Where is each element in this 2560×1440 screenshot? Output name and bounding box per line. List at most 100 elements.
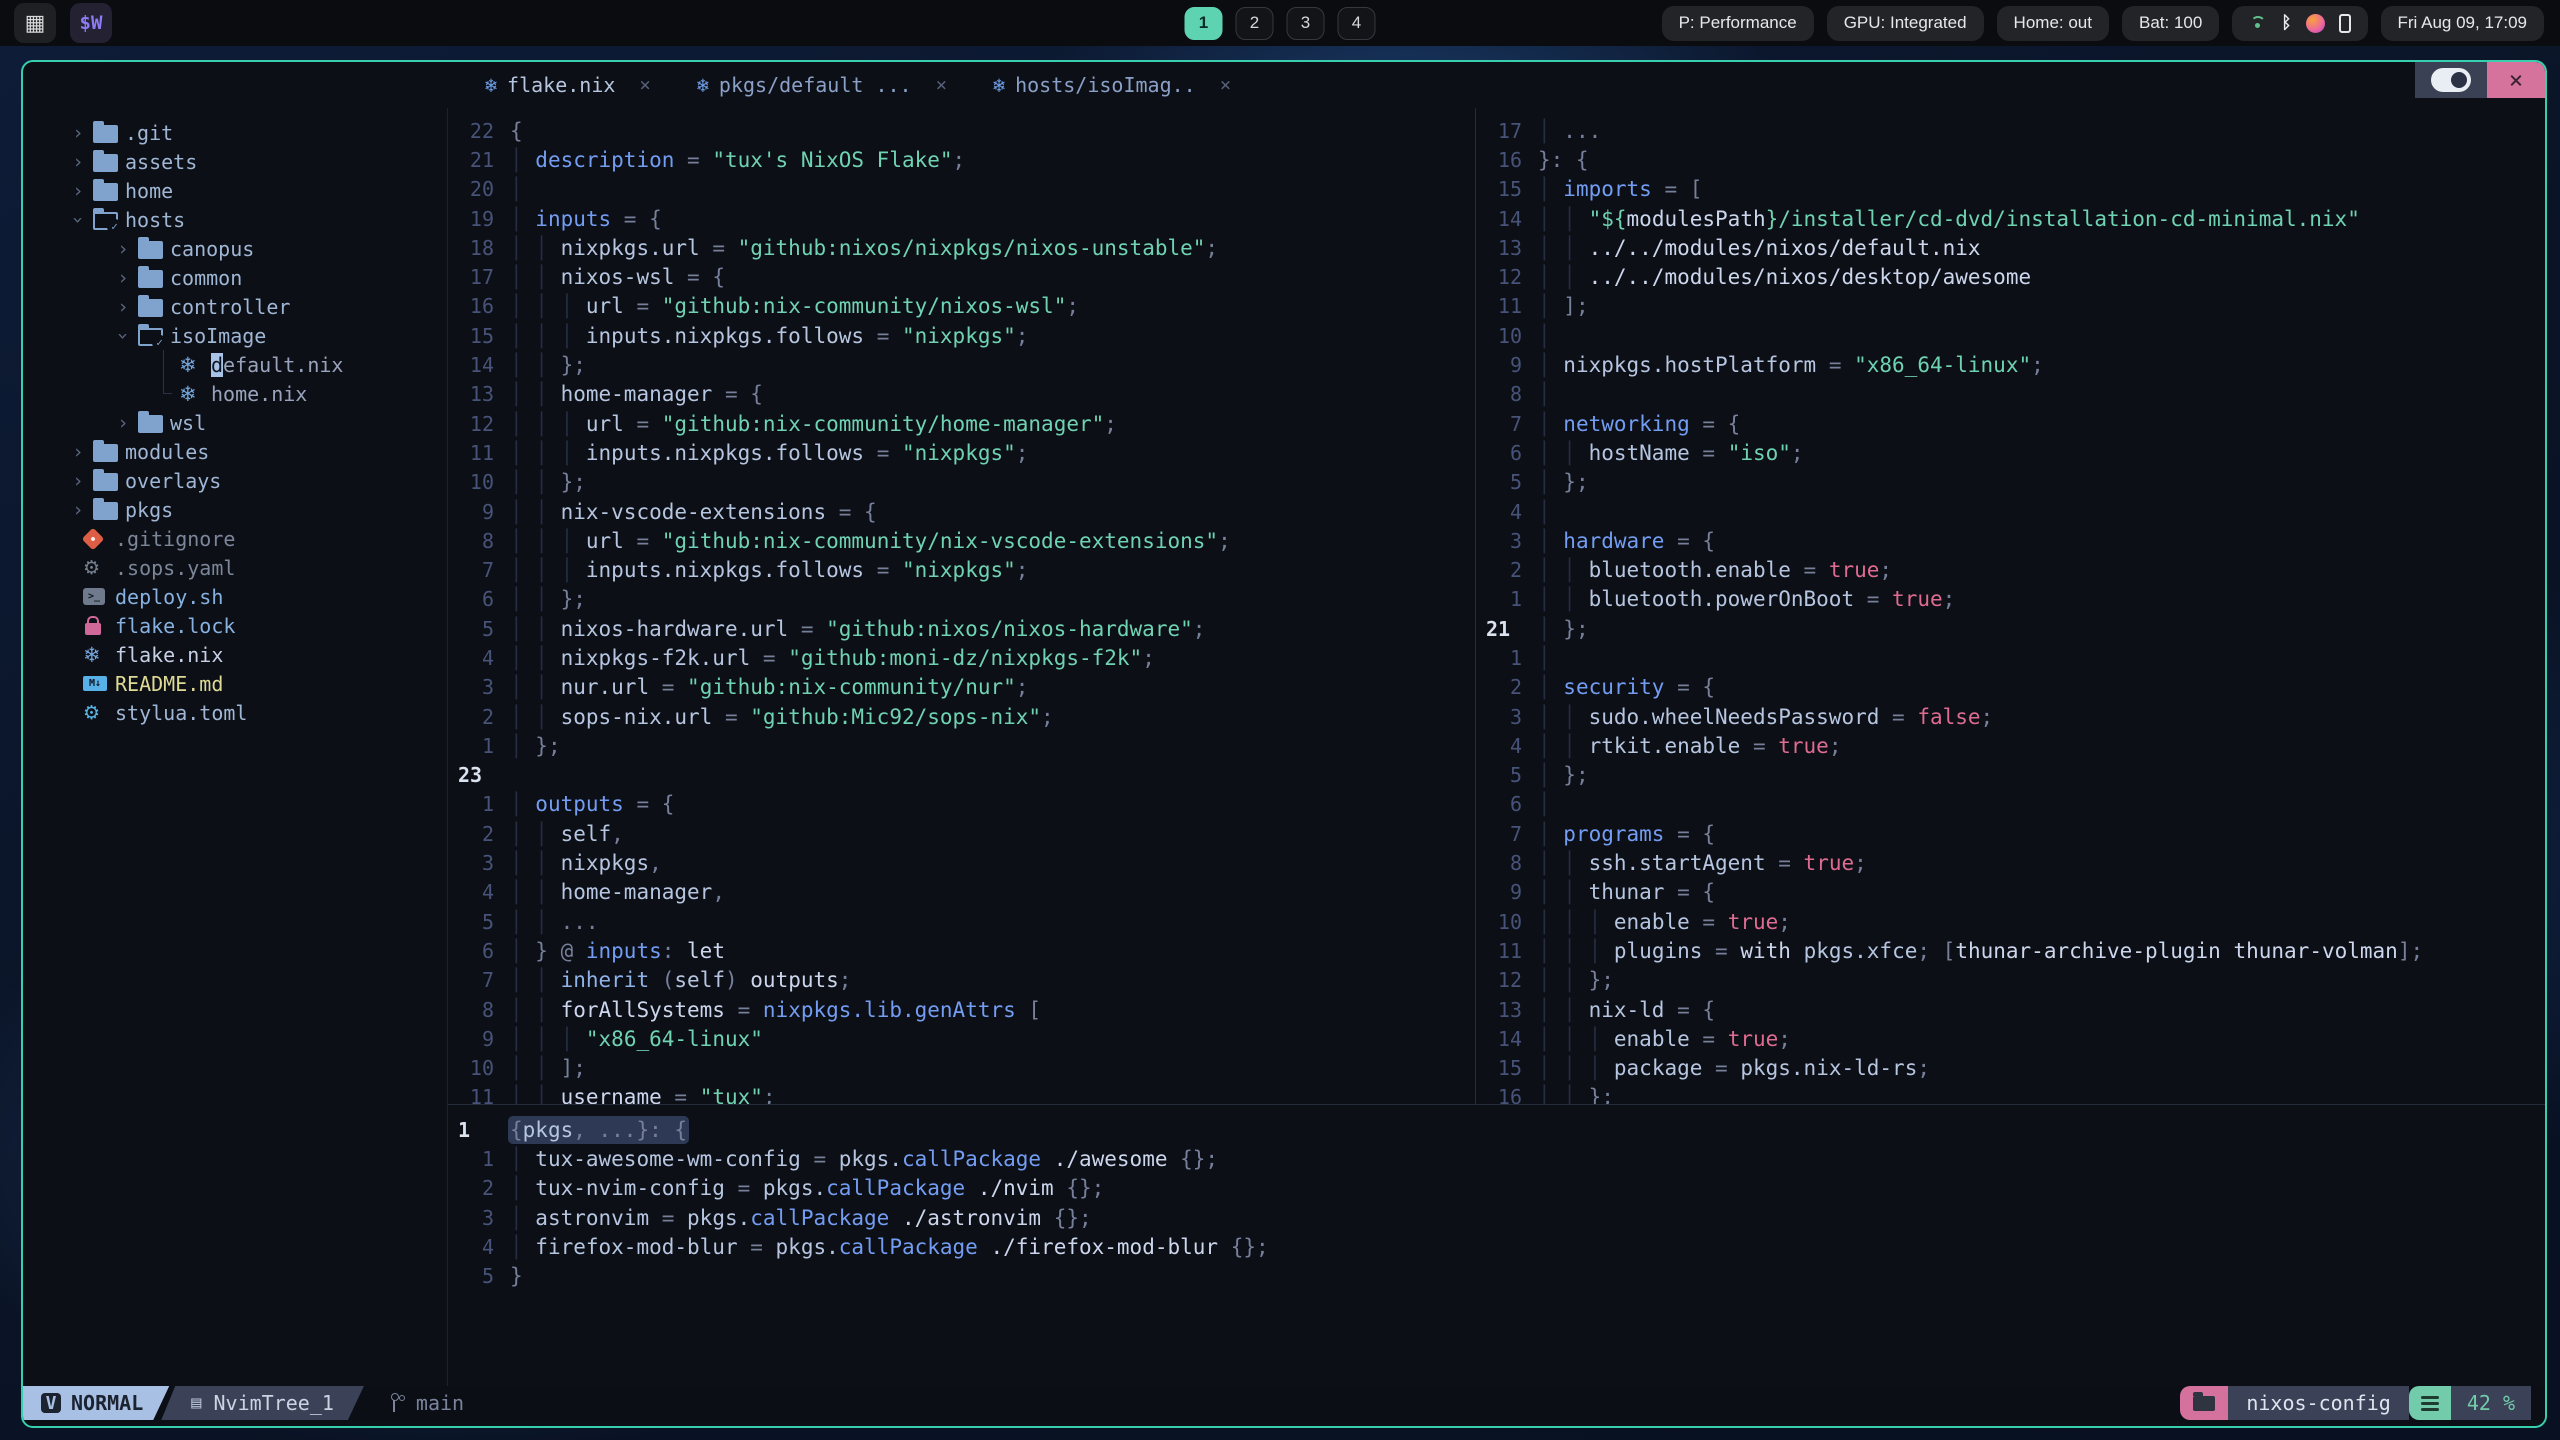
code-line[interactable]: 4 │ <box>1476 497 2545 526</box>
code-line[interactable]: 5 │ }; <box>1476 761 2545 790</box>
code-line[interactable]: 1 │ }; <box>448 731 1475 760</box>
code-line[interactable]: 3 │ hardware = { <box>1476 526 2545 555</box>
chevron-right-icon[interactable]: › <box>63 122 93 144</box>
code-line[interactable]: 5} <box>448 1261 2545 1290</box>
code-line[interactable]: 14 │ │ "${modulesPath}/installer/cd-dvd/i… <box>1476 204 2545 233</box>
window-toggle-button[interactable] <box>2415 62 2487 98</box>
tree-item-flake-nix[interactable]: ❄ flake.nix <box>23 640 447 669</box>
code-line[interactable]: 7 │ │ │ inputs.nixpkgs.follows = "nixpkgs… <box>448 555 1475 584</box>
code-line[interactable]: 10 │ <box>1476 321 2545 350</box>
tree-item-modules[interactable]: › modules <box>23 437 447 466</box>
tree-item-home[interactable]: › home <box>23 176 447 205</box>
code-line[interactable]: 2 │ │ bluetooth.enable = true; <box>1476 555 2545 584</box>
code-line[interactable]: 12 │ │ ../../modules/nixos/desktop/awesom… <box>1476 262 2545 291</box>
nvimtree-sidebar[interactable]: › .git › assets › home › hosts › canopus › common › c… <box>23 108 448 1386</box>
code-line[interactable]: 16 │ │ │ url = "github:nix-community/nixo… <box>448 292 1475 321</box>
tree-item-assets[interactable]: › assets <box>23 147 447 176</box>
code-line[interactable]: 2 │ security = { <box>1476 673 2545 702</box>
code-line[interactable]: 9 │ nixpkgs.hostPlatform = "x86_64-linux"… <box>1476 350 2545 379</box>
tree-item-wsl[interactable]: › wsl <box>23 408 447 437</box>
chevron-right-icon[interactable]: › <box>63 180 93 202</box>
chevron-right-icon[interactable]: › <box>108 267 138 289</box>
code-line[interactable]: 2 │ │ sops-nix.url = "github:Mic92/sops-n… <box>448 702 1475 731</box>
code-line[interactable]: 19 │ inputs = { <box>448 204 1475 233</box>
code-line[interactable]: 1 │ outputs = { <box>448 790 1475 819</box>
code-line[interactable]: 11 │ │ │ inputs.nixpkgs.follows = "nixpkg… <box>448 438 1475 467</box>
code-line[interactable]: 3 │ │ nur.url = "github:nix-community/nur… <box>448 673 1475 702</box>
code-line[interactable]: 8 │ <box>1476 380 2545 409</box>
code-line[interactable]: 4 │ │ home-manager, <box>448 878 1475 907</box>
code-line[interactable]: 17 │ ... <box>1476 116 2545 145</box>
phone-icon[interactable] <box>2338 13 2351 33</box>
code-line[interactable]: 16}: { <box>1476 145 2545 174</box>
code-line[interactable]: 9 │ │ thunar = { <box>1476 878 2545 907</box>
code-line[interactable]: 2 │ tux-nvim-config = pkgs.callPackage ./… <box>448 1174 2545 1203</box>
code-line[interactable]: 3 │ │ nixpkgs, <box>448 848 1475 877</box>
window-close-button[interactable]: × <box>2487 62 2545 98</box>
tree-item-canopus[interactable]: › canopus <box>23 234 447 263</box>
editor-pane-iso-default-nix[interactable]: 17 │ ... 16}: {15 │ imports = [14 │ │ "${mod… <box>1476 108 2545 1104</box>
app-launcher-button[interactable]: ▦ <box>14 3 56 43</box>
editor-pane-pkgs-default-nix[interactable]: 1 {pkgs, ...}: {1 │ tux-awesome-wm-config … <box>448 1105 2545 1386</box>
tab-close-icon[interactable]: × <box>936 74 947 96</box>
wm-logo-button[interactable]: $W <box>70 3 112 43</box>
workspace-button-1[interactable]: 1 <box>1184 6 1223 40</box>
code-line[interactable]: 15 │ imports = [ <box>1476 175 2545 204</box>
code-line[interactable]: 11 │ ]; <box>1476 292 2545 321</box>
code-line[interactable]: 8 │ │ forAllSystems = nixpkgs.lib.genAttr… <box>448 995 1475 1024</box>
tree-item-home-nix[interactable]: ❄ home.nix <box>23 379 447 408</box>
code-line[interactable]: 12 │ │ │ url = "github:nix-community/home… <box>448 409 1475 438</box>
code-line[interactable]: 8 │ │ │ url = "github:nix-community/nix-v… <box>448 526 1475 555</box>
code-line[interactable]: 6 │ │ }; <box>448 585 1475 614</box>
bluetooth-icon[interactable]: ᛒ <box>2281 13 2291 33</box>
tree-item-hosts[interactable]: › hosts <box>23 205 447 234</box>
code-line[interactable]: 5 │ │ ... <box>448 907 1475 936</box>
status-pill-2[interactable]: Home: out <box>1996 5 2109 41</box>
code-line[interactable]: 13 │ │ ../../modules/nixos/default.nix <box>1476 233 2545 262</box>
code-line[interactable]: 17 │ │ nixos-wsl = { <box>448 262 1475 291</box>
code-line[interactable]: 21 │ description = "tux's NixOS Flake"; <box>448 145 1475 174</box>
code-line[interactable]: 12 │ │ }; <box>1476 966 2545 995</box>
code-line[interactable]: 13 │ │ home-manager = { <box>448 380 1475 409</box>
code-line[interactable]: 4 │ firefox-mod-blur = pkgs.callPackage .… <box>448 1232 2545 1261</box>
code-line[interactable]: 10 │ │ ]; <box>448 1054 1475 1083</box>
chevron-right-icon[interactable]: › <box>108 412 138 434</box>
code-line[interactable]: 1 │ │ bluetooth.powerOnBoot = true; <box>1476 585 2545 614</box>
cursor-code-line[interactable]: 23 <box>448 761 1475 790</box>
network-icon[interactable] <box>2249 16 2267 31</box>
chevron-right-icon[interactable]: › <box>63 470 93 492</box>
tree-item-common[interactable]: › common <box>23 263 447 292</box>
code-line[interactable]: 14 │ │ }; <box>448 350 1475 379</box>
status-pill-0[interactable]: P: Performance <box>1661 5 1814 41</box>
workspace-button-4[interactable]: 4 <box>1337 6 1376 40</box>
tree-item-controller[interactable]: › controller <box>23 292 447 321</box>
code-line[interactable]: 11 │ │ │ plugins = with pkgs.xfce; [thuna… <box>1476 936 2545 965</box>
code-line[interactable]: 2 │ │ self, <box>448 819 1475 848</box>
code-line[interactable]: 18 │ │ nixpkgs.url = "github:nixos/nixpkg… <box>448 233 1475 262</box>
code-line[interactable]: 6 │ <box>1476 790 2545 819</box>
code-line[interactable]: 9 │ │ │ "x86_64-linux" <box>448 1024 1475 1053</box>
tree-item--git[interactable]: › .git <box>23 118 447 147</box>
status-pill-1[interactable]: GPU: Integrated <box>1826 5 1984 41</box>
workspace-button-2[interactable]: 2 <box>1235 6 1274 40</box>
code-line[interactable]: 5 │ }; <box>1476 468 2545 497</box>
chevron-right-icon[interactable]: › <box>63 151 93 173</box>
code-line[interactable]: 22 { <box>448 116 1475 145</box>
tree-item-flake-lock[interactable]: flake.lock <box>23 611 447 640</box>
status-pill-3[interactable]: Bat: 100 <box>2121 5 2220 41</box>
chevron-down-icon[interactable]: › <box>67 205 89 235</box>
tab-hosts-isoImag-[interactable]: ❄ hosts/isoImag.. × <box>993 73 1231 97</box>
tree-item-README-md[interactable]: M↓ README.md <box>23 669 447 698</box>
code-line[interactable]: 9 │ │ nix-vscode-extensions = { <box>448 497 1475 526</box>
tab-close-icon[interactable]: × <box>639 74 650 96</box>
code-line[interactable]: 6 │ │ hostName = "iso"; <box>1476 438 2545 467</box>
tab-flake-nix[interactable]: ❄ flake.nix × <box>485 73 651 97</box>
tree-item-pkgs[interactable]: › pkgs <box>23 495 447 524</box>
code-line[interactable]: 10 │ │ │ enable = true; <box>1476 907 2545 936</box>
code-line[interactable]: 8 │ │ ssh.startAgent = true; <box>1476 848 2545 877</box>
code-line[interactable]: 16 │ │ }; <box>1476 1083 2545 1104</box>
code-line[interactable]: 1 │ <box>1476 643 2545 672</box>
code-line[interactable]: 3 │ astronvim = pkgs.callPackage ./astron… <box>448 1203 2545 1232</box>
tree-item-default-nix[interactable]: ❄ default.nix <box>23 350 447 379</box>
code-line[interactable]: 10 │ │ }; <box>448 468 1475 497</box>
